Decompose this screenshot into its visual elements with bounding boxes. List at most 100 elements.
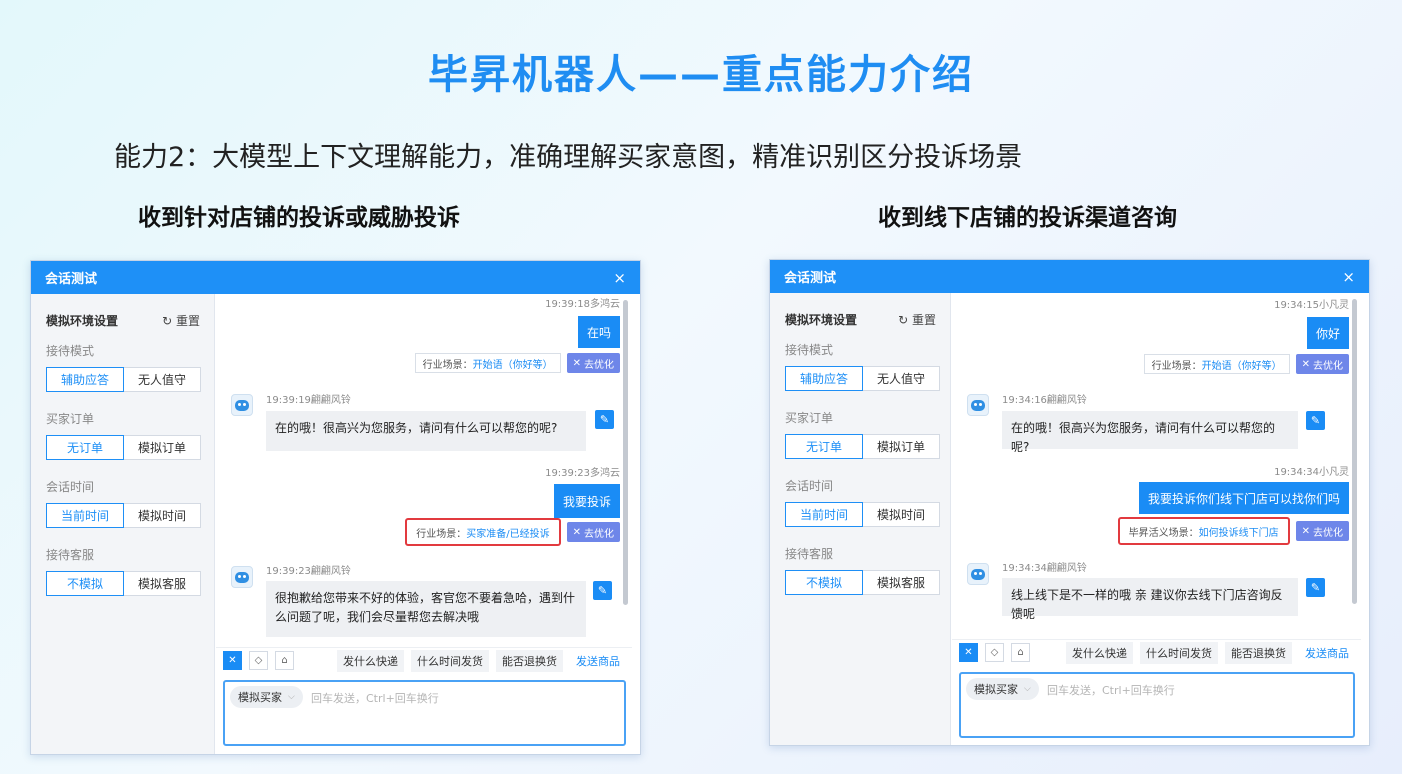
buyer-select-label: 模拟买家: [974, 683, 1018, 696]
option-current-time[interactable]: 当前时间: [785, 502, 863, 527]
tag-icon[interactable]: ◇: [985, 643, 1004, 662]
optimize-button[interactable]: ✕ 去优化: [1295, 354, 1349, 374]
buyer-message: 在吗: [577, 316, 620, 348]
optimize-button[interactable]: ✕ 去优化: [1295, 521, 1349, 541]
order-toggle: 无订单 模拟订单: [46, 435, 201, 460]
quick-toolbar: ✕ ◇ ⌂ 发什么快递 什么时间发货 能否退换货 发送商品: [216, 647, 632, 673]
refresh-icon: ↻: [898, 312, 909, 327]
send-goods-link[interactable]: 发送商品: [570, 650, 626, 672]
option-mock-agent[interactable]: 模拟客服: [124, 571, 201, 596]
scene-value[interactable]: 开始语（你好等）: [1202, 357, 1282, 372]
tools-icon: ✕: [572, 357, 581, 369]
mode-toggle: 辅助应答 无人值守: [46, 367, 201, 392]
window-titlebar: 会话测试 ×: [770, 260, 1369, 293]
close-icon[interactable]: ×: [613, 269, 626, 287]
buyer-select[interactable]: 模拟买家 ⌵: [230, 686, 303, 708]
reset-button[interactable]: ↻ 重置: [898, 311, 936, 328]
chat-scrollbar[interactable]: [623, 300, 628, 605]
option-unattended[interactable]: 无人值守: [863, 366, 940, 391]
scene-label: 行业场景：: [416, 528, 467, 540]
caption-left: 收到针对店铺的投诉或威胁投诉: [138, 205, 460, 231]
quick-reply-chip[interactable]: 发什么快递: [337, 649, 404, 672]
home-icon[interactable]: ⌂: [1011, 643, 1030, 662]
buyer-select[interactable]: 模拟买家 ⌵: [966, 678, 1039, 700]
quick-toolbar: ✕ ◇ ⌂ 发什么快递 什么时间发货 能否退换货 发送商品: [952, 639, 1361, 665]
option-mock-time[interactable]: 模拟时间: [124, 503, 201, 528]
edit-icon[interactable]: ✎: [595, 410, 614, 429]
time-toggle: 当前时间 模拟时间: [46, 503, 201, 528]
message-time: 19:39:19翩翩风铃: [266, 395, 351, 406]
option-assist-reply[interactable]: 辅助应答: [785, 366, 863, 391]
scene-label: 行业场景：: [422, 359, 473, 371]
group-label-order: 买家订单: [46, 412, 95, 426]
message-input[interactable]: 模拟买家 ⌵ 回车发送，Ctrl+回车换行: [959, 672, 1355, 738]
option-mock-time[interactable]: 模拟时间: [863, 502, 940, 527]
message-time: 19:39:23翩翩风铃: [266, 566, 351, 577]
option-mock-order[interactable]: 模拟订单: [124, 435, 201, 460]
sidebar-heading: 模拟环境设置: [785, 312, 858, 327]
agent-toggle: 不模拟 模拟客服: [46, 571, 201, 596]
chevron-down-icon: ⌵: [288, 692, 295, 702]
message-time: 19:39:18多鸿云: [545, 299, 620, 310]
quick-reply-chip[interactable]: 什么时间发货: [1140, 641, 1218, 664]
message-input[interactable]: 模拟买家 ⌵ 回车发送，Ctrl+回车换行: [223, 680, 626, 746]
scene-tag-highlighted: 行业场景： 买家准备/已经投诉: [405, 518, 561, 546]
window-title: 会话测试: [45, 272, 98, 287]
quick-reply-chip[interactable]: 能否退换货: [496, 649, 563, 672]
option-no-order[interactable]: 无订单: [785, 434, 863, 459]
quick-reply-chip[interactable]: 能否退换货: [1225, 641, 1292, 664]
reset-label: 重置: [911, 312, 936, 327]
edit-icon[interactable]: ✎: [1306, 578, 1325, 597]
scene-value[interactable]: 买家准备/已经投诉: [466, 525, 549, 540]
reset-label: 重置: [175, 313, 200, 328]
home-icon[interactable]: ⌂: [275, 651, 294, 670]
robot-icon: [971, 400, 985, 411]
option-unattended[interactable]: 无人值守: [124, 367, 201, 392]
quick-replies: 发什么快递 什么时间发货 能否退换货 发送商品: [337, 649, 632, 672]
buyer-message: 我要投诉你们线下门店可以找你们吗: [1138, 482, 1349, 514]
optimize-button[interactable]: ✕ 去优化: [566, 353, 620, 373]
close-icon[interactable]: ✕: [223, 651, 242, 670]
window-titlebar: 会话测试 ×: [31, 261, 640, 294]
quick-replies: 发什么快递 什么时间发货 能否退换货 发送商品: [1066, 641, 1361, 664]
bot-message: 在的哦！很高兴为您服务，请问有什么可以帮您的呢?: [1002, 411, 1298, 454]
option-no-mock[interactable]: 不模拟: [785, 570, 863, 595]
buyer-message: 你好: [1306, 317, 1349, 349]
optimize-button[interactable]: ✕ 去优化: [566, 522, 620, 542]
window-title: 会话测试: [784, 271, 837, 286]
option-no-mock[interactable]: 不模拟: [46, 571, 124, 596]
tools-icon: ✕: [1301, 525, 1310, 537]
robot-icon: [235, 400, 249, 411]
chat-area: 19:34:15小凡灵 你好 行业场景： 开始语（你好等） ✕ 去优化 19:34:…: [952, 293, 1361, 745]
group-label-order: 买家订单: [785, 411, 834, 425]
option-assist-reply[interactable]: 辅助应答: [46, 367, 124, 392]
option-mock-agent[interactable]: 模拟客服: [863, 570, 940, 595]
robot-icon: [235, 572, 249, 583]
agent-toggle: 不模拟 模拟客服: [785, 570, 940, 595]
tag-icon[interactable]: ◇: [249, 651, 268, 670]
close-icon[interactable]: ✕: [959, 643, 978, 662]
option-no-order[interactable]: 无订单: [46, 435, 124, 460]
quick-reply-chip[interactable]: 什么时间发货: [411, 649, 489, 672]
message-time: 19:34:15小凡灵: [1274, 300, 1349, 311]
slide-title: 毕昇机器人——重点能力介绍: [428, 52, 974, 98]
edit-icon[interactable]: ✎: [593, 581, 612, 600]
send-goods-link[interactable]: 发送商品: [1299, 642, 1355, 664]
chat-scrollbar[interactable]: [1352, 299, 1357, 604]
scene-value[interactable]: 如何投诉线下门店: [1199, 524, 1279, 539]
option-mock-order[interactable]: 模拟订单: [863, 434, 940, 459]
chat-area: 19:39:18多鸿云 在吗 行业场景： 开始语（你好等） ✕ 去优化 19:39:…: [216, 294, 632, 754]
close-icon[interactable]: ×: [1342, 268, 1355, 286]
scene-tag-highlighted: 毕昇活义场景： 如何投诉线下门店: [1117, 517, 1290, 545]
message-time: 19:34:16翩翩风铃: [1002, 395, 1087, 406]
scene-value[interactable]: 开始语（你好等）: [473, 356, 553, 371]
buyer-select-label: 模拟买家: [238, 691, 282, 704]
reset-button[interactable]: ↻ 重置: [162, 312, 200, 329]
option-current-time[interactable]: 当前时间: [46, 503, 124, 528]
chat-test-window-right: 会话测试 × 模拟环境设置 ↻ 重置 接待模式 辅助应答 无人值守 买家订单 无…: [769, 259, 1370, 746]
buyer-message: 我要投诉: [553, 484, 620, 518]
edit-icon[interactable]: ✎: [1306, 411, 1325, 430]
scene-label: 行业场景：: [1151, 360, 1202, 372]
quick-reply-chip[interactable]: 发什么快递: [1066, 641, 1133, 664]
scene-row: 行业场景： 开始语（你好等） ✕ 去优化: [1143, 354, 1349, 374]
